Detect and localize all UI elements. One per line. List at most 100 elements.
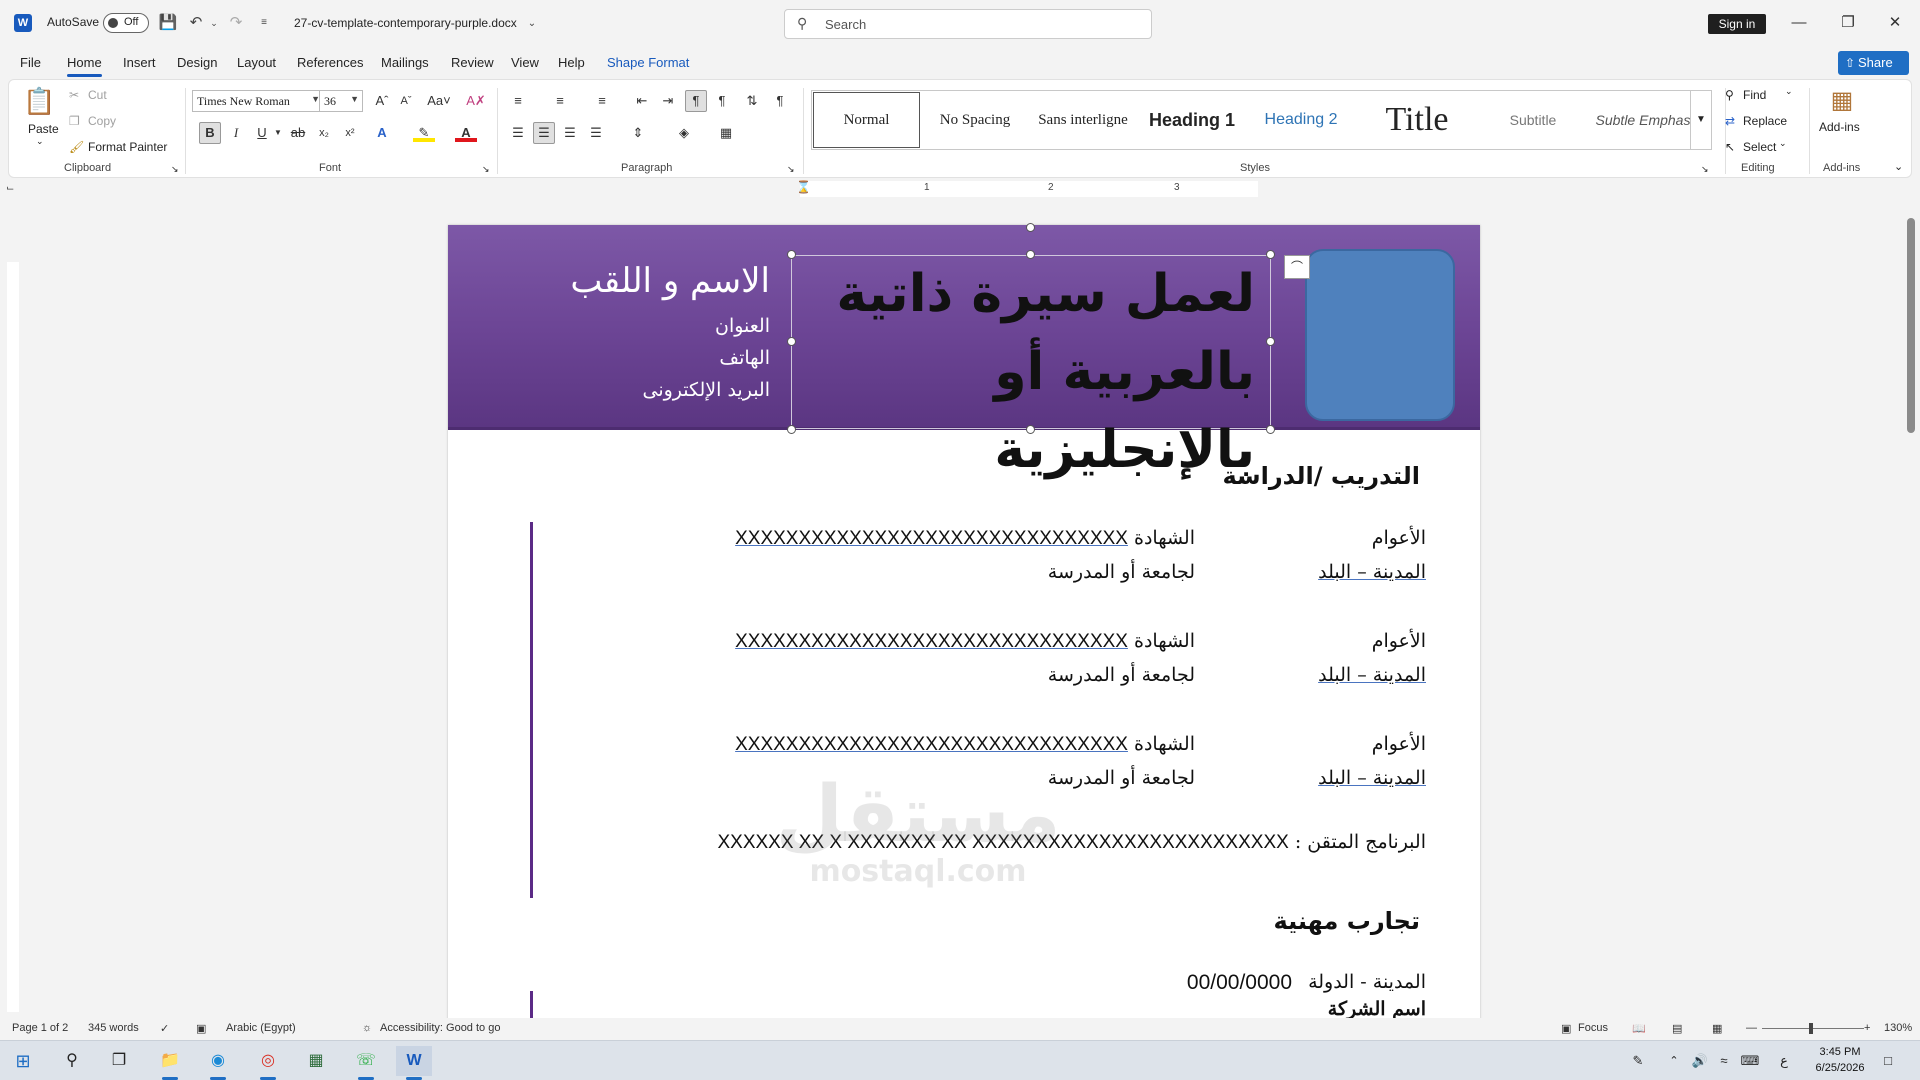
minimize-icon[interactable]: — bbox=[1784, 10, 1814, 36]
vertical-scrollbar[interactable] bbox=[1904, 200, 1918, 1018]
whatsapp-icon[interactable]: ☏ bbox=[348, 1046, 384, 1080]
document-title[interactable]: 27-cv-template-contemporary-purple.docx bbox=[294, 16, 517, 30]
experience-title[interactable]: تجارب مهنية bbox=[1274, 907, 1420, 935]
numbering-icon[interactable]: ≡ bbox=[549, 90, 571, 112]
layout-options-icon[interactable]: ⌒ bbox=[1284, 255, 1310, 279]
add-ins-button[interactable]: Add-ins bbox=[1819, 120, 1860, 134]
font-name-combo[interactable]: Times New Roman ▼ bbox=[192, 90, 324, 112]
multilevel-list-icon[interactable]: ≡ bbox=[591, 90, 613, 112]
share-button[interactable]: ⇧ Share bbox=[1838, 51, 1909, 75]
zoom-slider-thumb[interactable] bbox=[1809, 1023, 1813, 1034]
resize-handle[interactable] bbox=[787, 337, 796, 346]
copy-button[interactable]: Copy bbox=[88, 114, 116, 128]
style-subtitle[interactable]: Subtitle bbox=[1480, 91, 1586, 149]
zoom-out-icon[interactable]: — bbox=[1746, 1022, 1757, 1034]
styles-launcher-icon[interactable]: ↘ bbox=[1701, 164, 1709, 175]
edu-school[interactable]: لجامعة أو المدرسة bbox=[1048, 561, 1195, 583]
zoom-in-icon[interactable]: + bbox=[1864, 1022, 1870, 1034]
exp-location[interactable]: المدينة - الدولة bbox=[1308, 971, 1426, 993]
italic-button[interactable]: I bbox=[225, 122, 247, 144]
tab-file[interactable]: File bbox=[20, 55, 41, 70]
file-explorer-icon[interactable]: 📁 bbox=[152, 1046, 188, 1080]
paste-dropdown-icon[interactable]: ⌄ bbox=[36, 136, 44, 147]
title-dropdown-icon[interactable]: ⌄ bbox=[522, 14, 542, 34]
indent-marker-icon[interactable]: ⌛ bbox=[796, 180, 811, 194]
resize-handle[interactable] bbox=[1266, 250, 1275, 259]
read-mode-icon[interactable]: 📖 bbox=[1632, 1022, 1646, 1035]
find-dropdown-icon[interactable]: ⌄ bbox=[1785, 86, 1793, 97]
add-ins-icon[interactable]: ▦ bbox=[1827, 86, 1857, 116]
education-title[interactable]: التدريب /الدراسة bbox=[1222, 462, 1420, 490]
collapse-ribbon-icon[interactable]: ⌄ bbox=[1894, 160, 1903, 173]
chrome-icon[interactable]: ◎ bbox=[250, 1046, 286, 1080]
document-page[interactable]: الاسم و اللقب العنوان الهاتف البريد الإل… bbox=[448, 223, 1480, 1018]
resize-handle[interactable] bbox=[1026, 250, 1035, 259]
style-subtle-emphasis[interactable]: Subtle Emphas bbox=[1588, 91, 1698, 149]
resize-handle[interactable] bbox=[1026, 425, 1035, 434]
tab-mailings[interactable]: Mailings bbox=[381, 55, 429, 70]
tab-view[interactable]: View bbox=[511, 55, 539, 70]
autosave-toggle[interactable]: Off bbox=[103, 13, 149, 33]
paste-icon[interactable]: 📋 bbox=[23, 86, 55, 118]
rtl-direction-icon[interactable]: ¶ bbox=[685, 90, 707, 112]
proofing-icon[interactable]: ✓ bbox=[160, 1022, 169, 1035]
language-status[interactable]: Arabic (Egypt) bbox=[226, 1022, 296, 1034]
scrollbar-thumb[interactable] bbox=[1907, 218, 1915, 433]
select-dropdown-icon[interactable]: ⌄ bbox=[1779, 138, 1787, 149]
find-button[interactable]: Find bbox=[1743, 88, 1766, 102]
web-layout-icon[interactable]: ▦ bbox=[1712, 1022, 1722, 1035]
style-sans-interligne[interactable]: Sans interligne bbox=[1030, 91, 1136, 149]
style-heading-2[interactable]: Heading 2 bbox=[1248, 91, 1354, 149]
tab-references[interactable]: References bbox=[297, 55, 363, 70]
cv-name[interactable]: الاسم و اللقب bbox=[508, 261, 770, 301]
edu-school[interactable]: لجامعة أو المدرسة bbox=[1048, 664, 1195, 686]
replace-button[interactable]: Replace bbox=[1743, 114, 1787, 128]
photo-placeholder[interactable] bbox=[1305, 249, 1455, 421]
cv-title[interactable]: لعمل سيرة ذاتية بالعربية أو بالإنجليزية bbox=[791, 255, 1271, 489]
exp-date[interactable]: 00/00/0000 bbox=[1187, 971, 1292, 995]
styles-more-icon[interactable]: ▼ bbox=[1690, 90, 1712, 150]
edu-location[interactable]: المدينة – البلد bbox=[1318, 664, 1426, 686]
style-heading-1[interactable]: Heading 1 bbox=[1138, 91, 1246, 149]
edu-years[interactable]: الأعوام bbox=[1372, 630, 1426, 652]
align-right-icon[interactable]: ☰ bbox=[559, 122, 581, 144]
edu-location[interactable]: المدينة – البلد bbox=[1318, 561, 1426, 583]
rotate-handle[interactable] bbox=[1026, 223, 1035, 232]
edu-degree[interactable]: الشهادة XXXXXXXXXXXXXXXXXXXXXXXXXXXXXXX bbox=[735, 630, 1195, 653]
page-count[interactable]: Page 1 of 2 bbox=[12, 1022, 68, 1034]
focus-button[interactable]: Focus bbox=[1578, 1022, 1608, 1034]
tab-insert[interactable]: Insert bbox=[123, 55, 156, 70]
restore-icon[interactable]: ❐ bbox=[1833, 10, 1863, 36]
shading-icon[interactable]: ◈ bbox=[673, 122, 695, 144]
keyboard-icon[interactable]: ⌨ bbox=[1732, 1046, 1768, 1076]
superscript-button[interactable]: x² bbox=[339, 122, 361, 144]
highlight-icon[interactable]: ✎ bbox=[413, 122, 435, 142]
edu-years[interactable]: الأعوام bbox=[1372, 527, 1426, 549]
customize-qat-icon[interactable]: ≡ bbox=[254, 13, 274, 33]
cut-button[interactable]: Cut bbox=[88, 88, 107, 102]
increase-indent-icon[interactable]: ⇥ bbox=[657, 90, 679, 112]
borders-icon[interactable]: ▦ bbox=[715, 122, 737, 144]
text-effects-icon[interactable]: A bbox=[371, 122, 393, 144]
subscript-button[interactable]: x₂ bbox=[313, 122, 335, 144]
undo-icon[interactable]: ↶ bbox=[186, 13, 206, 33]
word-taskbar-icon[interactable]: W bbox=[396, 1046, 432, 1080]
style-normal[interactable]: Normal bbox=[813, 92, 920, 148]
resize-handle[interactable] bbox=[787, 250, 796, 259]
search-box[interactable]: ⚲ Search bbox=[784, 9, 1152, 39]
cv-email[interactable]: البريد الإلكترونى bbox=[508, 379, 771, 401]
font-color-icon[interactable]: A bbox=[455, 122, 477, 142]
show-marks-icon[interactable]: ¶ bbox=[769, 90, 791, 112]
tab-shape-format[interactable]: Shape Format bbox=[607, 55, 689, 70]
font-size-combo[interactable]: 36 ▼ bbox=[319, 90, 363, 112]
zoom-slider[interactable] bbox=[1762, 1028, 1864, 1029]
sort-icon[interactable]: ⇅ bbox=[741, 90, 763, 112]
tab-help[interactable]: Help bbox=[558, 55, 585, 70]
word-count[interactable]: 345 words bbox=[88, 1022, 139, 1034]
undo-dropdown-icon[interactable]: ⌄ bbox=[204, 13, 224, 33]
edu-location[interactable]: المدينة – البلد bbox=[1318, 767, 1426, 789]
close-icon[interactable]: ✕ bbox=[1880, 10, 1910, 36]
task-view-icon[interactable]: ❐ bbox=[101, 1046, 137, 1076]
text-predictions-icon[interactable]: ▣ bbox=[196, 1022, 206, 1035]
resize-handle[interactable] bbox=[1266, 337, 1275, 346]
